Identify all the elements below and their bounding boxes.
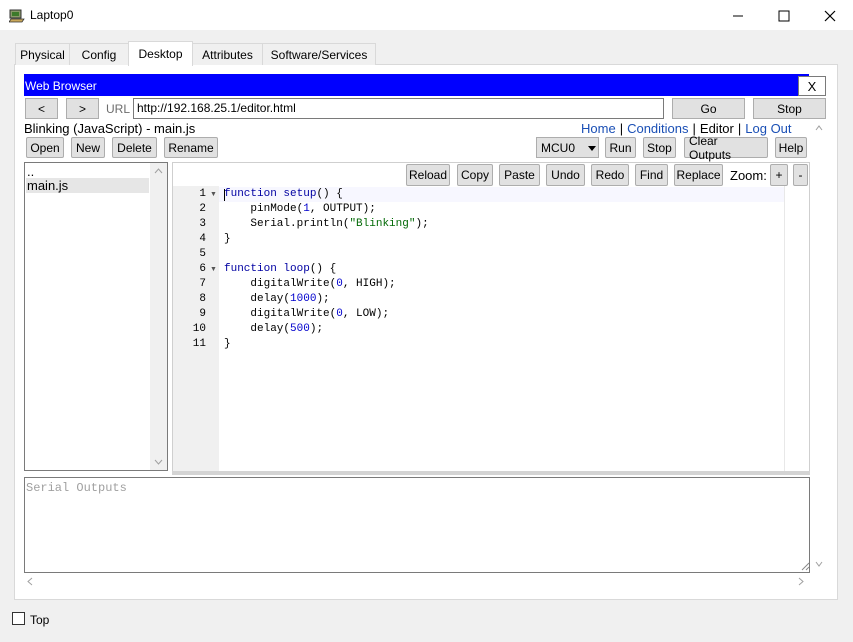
paste-button[interactable]: Paste (499, 164, 540, 186)
replace-button[interactable]: Replace (674, 164, 723, 186)
page-title: Blinking (JavaScript) - main.js (24, 121, 196, 136)
code-line: } (224, 233, 231, 245)
new-button[interactable]: New (71, 137, 105, 158)
laptop-app-icon (9, 9, 25, 23)
code-line: digitalWrite(0, HIGH); (250, 278, 396, 290)
stop-button[interactable]: Stop (643, 137, 676, 158)
line-number: 8 (199, 293, 206, 305)
reload-button[interactable]: Reload (406, 164, 450, 186)
line-number: 11 (192, 338, 206, 350)
minimize-button[interactable] (715, 0, 761, 31)
copy-button[interactable]: Copy (457, 164, 493, 186)
code-line: digitalWrite(0, LOW); (250, 308, 390, 320)
code-line: delay(500); (250, 323, 324, 335)
line-number: 1 (199, 188, 206, 200)
delete-button[interactable]: Delete (112, 137, 157, 158)
close-window-button[interactable] (807, 0, 853, 31)
undo-button[interactable]: Undo (546, 164, 585, 186)
maximize-button[interactable] (761, 0, 807, 31)
find-button[interactable]: Find (635, 164, 668, 186)
nav-separator: | (619, 121, 624, 136)
run-button[interactable]: Run (605, 137, 636, 158)
tab-config[interactable]: Config (69, 43, 129, 65)
nav-home-link[interactable]: Home (581, 121, 616, 136)
code-line: } (224, 338, 231, 350)
file-list-scrollbar[interactable] (150, 163, 167, 470)
tab-physical[interactable]: Physical (15, 43, 70, 65)
line-number: 4 (199, 233, 206, 245)
tab-desktop[interactable]: Desktop (128, 41, 193, 66)
maximize-icon (778, 10, 790, 21)
line-number: 2 (199, 203, 206, 215)
forward-button[interactable]: > (66, 98, 99, 119)
fold-arrow-icon[interactable]: ▼ (210, 262, 217, 277)
nav-conditions-link[interactable]: Conditions (627, 121, 688, 136)
chevron-down-icon (588, 146, 596, 151)
code-line: Serial.println("Blinking"); (250, 218, 429, 230)
web-browser-titlebar (24, 74, 809, 96)
resize-grip-icon[interactable] (801, 562, 810, 571)
line-number: 5 (199, 248, 206, 260)
line-number: 9 (199, 308, 206, 320)
web-browser-title: Web Browser (25, 79, 97, 93)
open-button[interactable]: Open (26, 137, 64, 158)
zoom-out-button[interactable]: - (793, 164, 808, 186)
minimize-icon (733, 15, 743, 16)
line-number: 10 (192, 323, 206, 335)
fold-arrow-icon[interactable]: ▼ (210, 187, 217, 202)
go-button[interactable]: Go (672, 98, 745, 119)
horizontal-scrollbar[interactable] (24, 575, 810, 588)
redo-button[interactable]: Redo (591, 164, 629, 186)
window-title: Laptop0 (30, 8, 74, 22)
zoom-label: Zoom: (730, 168, 767, 183)
print-margin (784, 186, 785, 471)
code-line: delay(1000); (250, 293, 330, 305)
rename-button[interactable]: Rename (164, 137, 218, 158)
line-number: 7 (199, 278, 206, 290)
browser-stop-button[interactable]: Stop (753, 98, 826, 119)
url-input[interactable]: http://192.168.25.1/editor.html (133, 98, 664, 119)
serial-output-area[interactable]: Serial Outputs (24, 477, 810, 573)
mcu-select[interactable]: MCU0 (536, 137, 599, 158)
help-button[interactable]: Help (775, 137, 807, 158)
tab-software-services[interactable]: Software/Services (262, 43, 376, 65)
line-number: 6 (199, 263, 206, 275)
back-button[interactable]: < (25, 98, 58, 119)
close-icon (824, 10, 836, 21)
code-line: pinMode(1, OUTPUT); (250, 203, 376, 215)
zoom-in-button[interactable]: + (770, 164, 788, 186)
clear-outputs-button[interactable]: Clear Outputs (684, 134, 768, 162)
text-cursor (224, 189, 225, 201)
file-list (24, 162, 168, 471)
top-checkbox-label: Top (30, 613, 50, 627)
editor-resize-bar[interactable] (172, 471, 810, 475)
code-line: function setup() { (224, 188, 343, 200)
tab-attributes[interactable]: Attributes (192, 43, 263, 65)
file-item-main-js[interactable]: main.js (26, 178, 149, 193)
top-checkbox[interactable] (12, 612, 25, 625)
mcu-selected-value: MCU0 (541, 140, 576, 155)
web-browser-close-button[interactable]: X (798, 76, 826, 96)
file-item-parent[interactable]: .. (26, 164, 149, 179)
line-number: 3 (199, 218, 206, 230)
page-scrollbar[interactable] (811, 120, 827, 572)
code-line: function loop() { (224, 263, 337, 275)
url-label: URL (106, 102, 131, 116)
